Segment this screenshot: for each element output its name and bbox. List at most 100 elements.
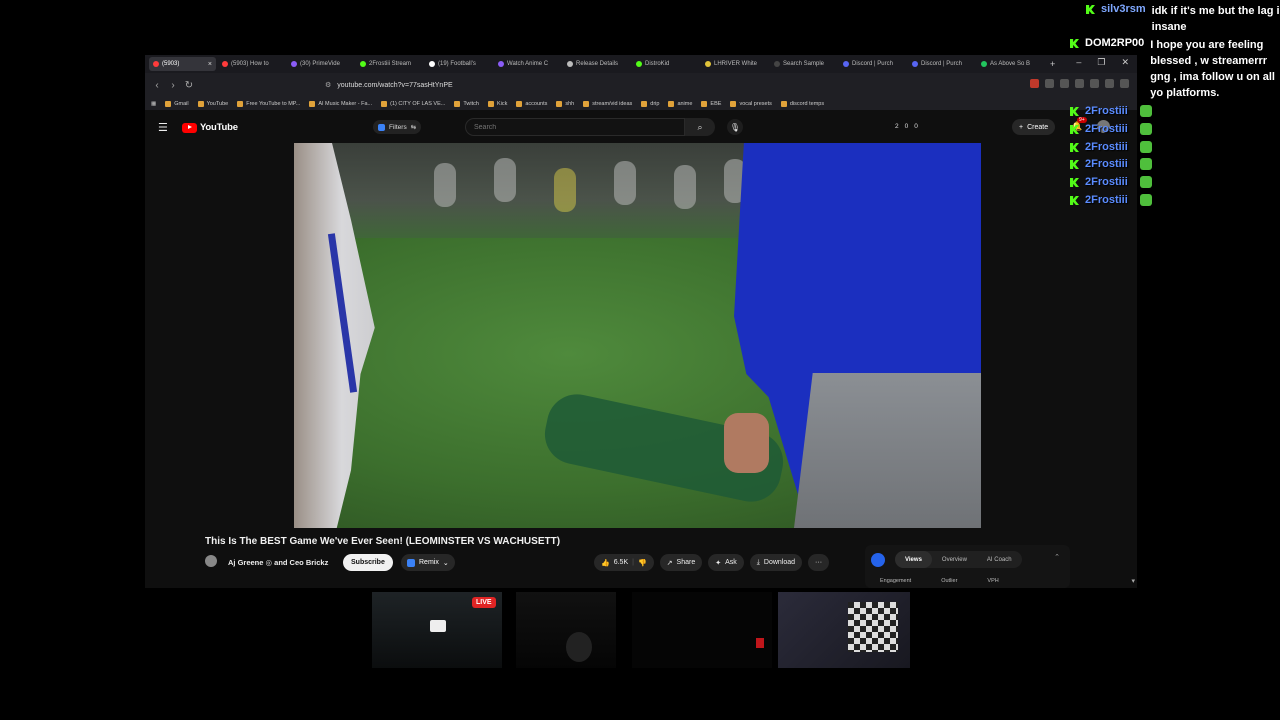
chat-username[interactable]: 2Frostiii [1085,123,1128,135]
bookmark-item[interactable]: vocal presets [730,100,772,107]
site-info-icon[interactable]: ⚙ [325,81,331,89]
bookmark-item[interactable]: (1) CITY OF LAS VE... [381,100,446,107]
chat-username[interactable]: silv3rsm [1101,3,1146,15]
bookmark-item[interactable]: Free YouTube to MP... [237,100,300,107]
more-actions-button[interactable]: ··· [808,554,830,571]
url-field[interactable]: ⚙ youtube.com/watch?v=77sasHtYnPE [325,76,885,94]
channel-name[interactable]: Aj Greene ◎ and Ceo Brickz [228,558,328,567]
webcam-feed [516,592,616,668]
browser-tab[interactable]: (30) PrimeVide [287,57,354,71]
channel-avatar[interactable] [205,555,217,567]
extension-icon[interactable] [1045,79,1054,88]
chat-username[interactable]: 2Frostiii [1085,176,1128,188]
scroll-down-icon[interactable]: ▾ [1131,577,1135,585]
tab-favicon-icon [843,61,849,67]
video-player[interactable] [294,143,981,528]
browser-tab[interactable]: As Above So B [977,57,1044,71]
bookmark-label: shh [565,100,575,107]
browser-tab[interactable]: (5903) × [149,57,216,71]
voice-search-button[interactable]: 🎙 [727,119,743,135]
browser-tab[interactable]: (19) Football's [425,57,492,71]
create-button[interactable]: + Create [1012,119,1056,135]
webcam-feed [632,592,772,668]
kick-badge-icon [1070,125,1079,134]
bookmark-item[interactable]: EBE [701,100,721,107]
bookmark-item[interactable]: anime [668,100,692,107]
browser-tab[interactable]: (5903) How to [218,57,285,71]
bookmark-item[interactable]: Kick [487,100,508,107]
youtube-header: ☰ YouTube Filters ⇆ ⌕ 🎙 2 0 0 + Create 🔔… [145,113,1137,143]
tab-favicon-icon [153,61,159,67]
tab-ai-coach[interactable]: AI Coach [977,551,1022,568]
chat-username[interactable]: 2Frostiii [1085,158,1128,170]
chat-username[interactable]: 2Frostiii [1085,105,1128,117]
bookmark-label: drip [650,100,660,107]
browser-tab[interactable]: Release Details [563,57,630,71]
ask-button[interactable]: ✦ Ask [708,554,744,571]
search-input[interactable] [465,118,685,136]
apps-grid-icon[interactable]: ▦ [151,101,156,107]
chat-username[interactable]: 2Frostiii [1085,141,1128,153]
tab-views[interactable]: Views [895,551,932,568]
download-button[interactable]: ⤓ Download [749,554,803,571]
filters-button[interactable]: Filters ⇆ [373,120,422,134]
tab-favicon-icon [498,61,504,67]
tab-favicon-icon [291,61,297,67]
tabs: (5903) × (5903) How to (30) PrimeVide 2Frost… [149,57,1044,71]
bookmark-icon [780,100,787,107]
search-button[interactable]: ⌕ [685,118,715,136]
bookmark-item[interactable]: drip [641,100,660,107]
tab-label: (19) Football's [438,61,476,67]
chat-message: 2Frostiii [1070,158,1210,170]
divider: | [632,559,634,566]
chat-username[interactable]: DOM2RP00 [1085,37,1144,49]
reload-icon[interactable]: ↻ [181,80,197,91]
back-icon[interactable]: ‹ [149,80,165,91]
bookmark-item[interactable]: Twitch [454,100,479,107]
bookmark-item[interactable]: stream/vid ideas [583,100,632,107]
kick-badge-icon [1070,196,1079,205]
bookmark-label: Kick [496,100,508,107]
browser-tab[interactable]: LHRIVER White [701,57,768,71]
browser-tab[interactable]: Search Sample [770,57,837,71]
browser-tab[interactable]: DistroKid [632,57,699,71]
browser-tab[interactable]: 2Frostiii Stream [356,57,423,71]
forward-icon[interactable]: › [165,80,181,91]
record-extension-icon[interactable] [1030,79,1039,88]
bookmark-label: (1) CITY OF LAS VE... [390,100,446,107]
remix-button[interactable]: Remix ⌄ [401,554,455,571]
close-tab-icon[interactable]: × [208,61,212,68]
search-icon: ⌕ [697,121,703,132]
bookmark-item[interactable]: shh [556,100,575,107]
chat-username[interactable]: 2Frostiii [1085,194,1128,206]
like-button[interactable]: 👍 6.5K | 👎 [594,554,654,571]
bookmark-item[interactable]: accounts [516,100,547,107]
crowd-figure [434,163,456,207]
crowd-figure [614,161,636,205]
browser-tab[interactable]: Watch Anime C [494,57,561,71]
hamburger-menu-icon[interactable]: ☰ [158,121,168,134]
thumbs-down-icon[interactable]: 👎 [638,559,647,567]
tab-favicon-icon [912,61,918,67]
bookmark-item[interactable]: discord temps [780,100,824,107]
sparkle-icon: ✦ [715,559,722,567]
subscribe-button[interactable]: Subscribe [343,554,393,571]
bookmark-label: AI Music Maker - Fa... [318,100,373,107]
share-label: Share [676,559,696,566]
bookmark-item[interactable]: AI Music Maker - Fa... [309,100,373,107]
youtube-logo[interactable]: YouTube [182,122,238,133]
tab-label: (30) PrimeVide [300,61,340,67]
new-tab-button[interactable]: + [1050,59,1055,69]
tab-overview[interactable]: Overview [932,551,977,568]
bookmark-item[interactable]: Gmail [165,100,189,107]
browser-tab[interactable]: Discord | Purch [839,57,906,71]
url-text[interactable]: youtube.com/watch?v=77sasHtYnPE [337,82,452,89]
bookmark-icon [668,100,675,107]
bookmark-label: Twitch [463,100,479,107]
analytics-extension-icon[interactable] [871,553,885,567]
bookmark-item[interactable]: YouTube [197,100,228,107]
chevron-up-icon[interactable]: ⌃ [1054,553,1060,561]
bookmark-icon [381,100,388,107]
share-button[interactable]: ↗ Share [659,554,703,571]
browser-tab[interactable]: Discord | Purch [908,57,975,71]
